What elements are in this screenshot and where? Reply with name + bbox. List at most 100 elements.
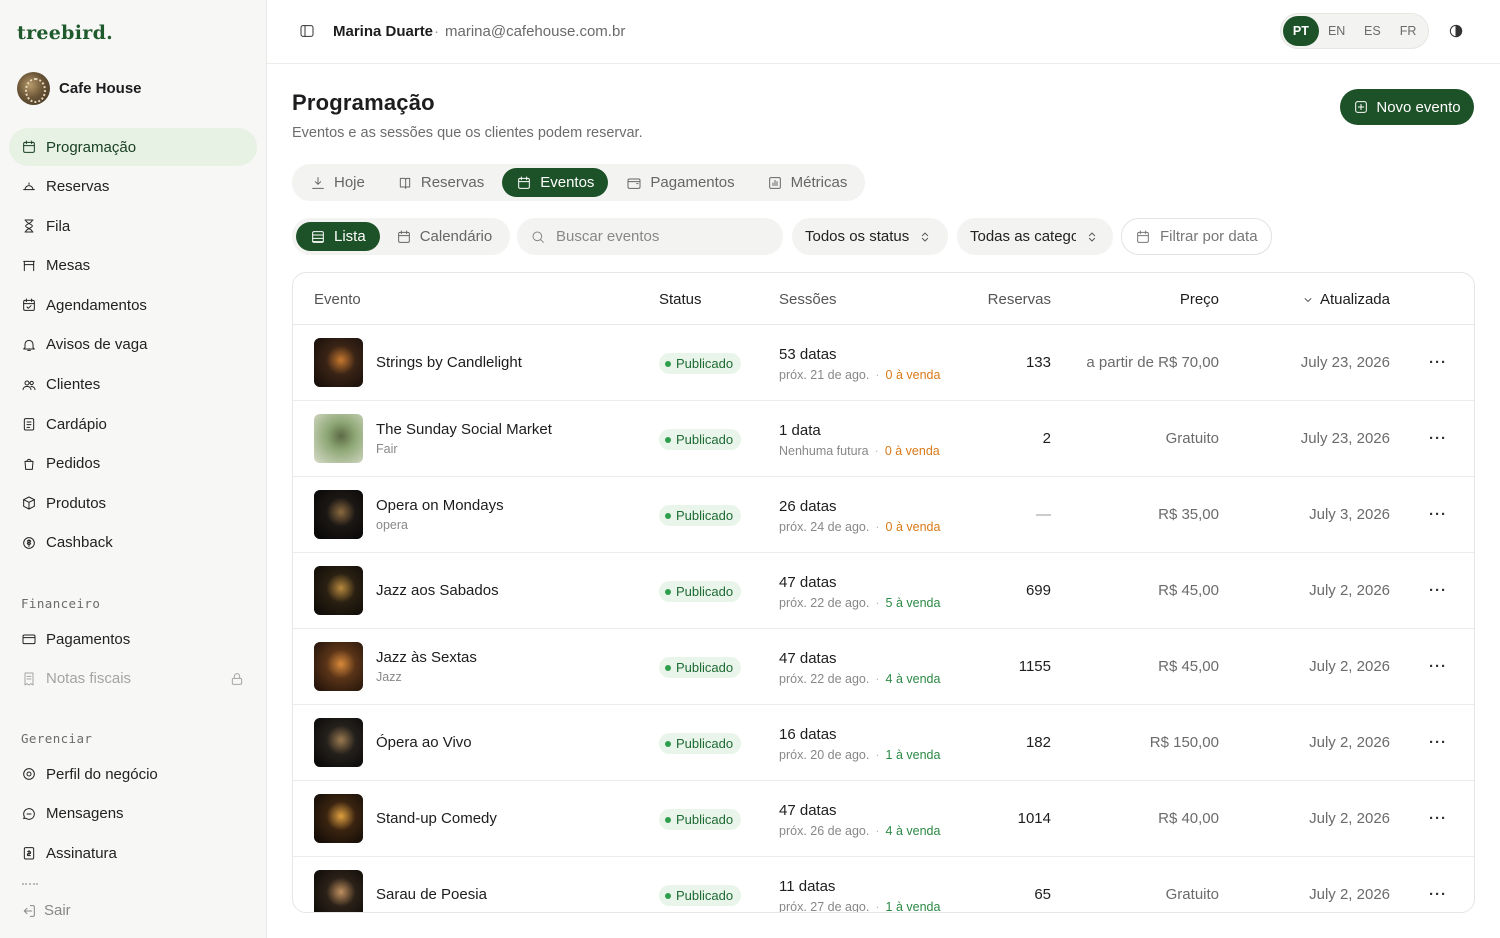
more-actions-icon[interactable]: ··· — [1429, 734, 1447, 751]
table-row[interactable]: Strings by Candlelight Publicado 53 datas p… — [293, 325, 1474, 401]
on-sale-count: 4 à venda — [885, 672, 941, 686]
sidebar-item-pagamentos[interactable]: Pagamentos — [9, 620, 257, 658]
event-title[interactable]: The Sunday Social Market — [376, 421, 552, 438]
tab-eventos[interactable]: Eventos — [502, 168, 609, 197]
more-actions-icon[interactable]: ··· — [1429, 658, 1447, 675]
search-box[interactable] — [517, 218, 783, 255]
event-title[interactable]: Strings by Candlelight — [376, 354, 522, 371]
status-filter-select[interactable]: Todos os status — [792, 218, 948, 255]
on-sale-count: 0 à venda — [885, 520, 941, 534]
col-updated[interactable]: Atualizada — [1302, 291, 1390, 308]
more-actions-icon[interactable]: ··· — [1429, 810, 1447, 827]
language-option-en[interactable]: EN — [1319, 16, 1355, 46]
tab-pagamentos[interactable]: Pagamentos — [612, 168, 748, 197]
col-status[interactable]: Status — [659, 291, 702, 308]
date-filter-button[interactable]: Filtrar por data — [1121, 218, 1272, 255]
menu-icon — [21, 416, 37, 432]
tab-reservas[interactable]: Reservas — [383, 168, 498, 197]
more-actions-icon[interactable]: ··· — [1429, 354, 1447, 371]
app-logo[interactable]: treebird. — [17, 22, 113, 44]
nav-gerenciar: Perfil do negócio Mensagens Assinatura — [9, 755, 257, 874]
status-badge: Publicado — [659, 581, 742, 602]
sidebar-item-programacao[interactable]: Programação — [9, 128, 257, 166]
session-details: próx. 24 de ago. · 0 à venda — [779, 520, 940, 534]
event-title[interactable]: Ópera ao Vivo — [376, 734, 472, 751]
sidebar-item-mensagens[interactable]: Mensagens — [9, 795, 257, 833]
search-input[interactable] — [556, 228, 766, 245]
wallet-icon — [626, 175, 642, 191]
user-email: marina@cafehouse.com.br — [445, 23, 626, 40]
col-price[interactable]: Preço — [1180, 291, 1219, 308]
language-option-pt[interactable]: PT — [1283, 16, 1319, 46]
lock-icon — [229, 671, 245, 687]
sidebar-item-avisos-de-vaga[interactable]: Avisos de vaga — [9, 326, 257, 364]
table-row[interactable]: Jazz às Sextas Jazz Publicado 47 datas próx.… — [293, 629, 1474, 705]
col-sessions[interactable]: Sessões — [779, 291, 837, 308]
tab-label: Reservas — [420, 174, 485, 191]
status-badge: Publicado — [659, 353, 742, 374]
col-reservations[interactable]: Reservas — [988, 291, 1051, 308]
table-row[interactable]: Stand-up Comedy Publicado 47 datas próx. 26… — [293, 781, 1474, 857]
language-option-es[interactable]: ES — [1355, 16, 1391, 46]
more-actions-icon[interactable]: ··· — [1429, 430, 1447, 447]
calendar-check-icon — [21, 297, 37, 313]
event-title[interactable]: Jazz às Sextas — [376, 649, 477, 666]
new-event-button[interactable]: Novo evento — [1340, 89, 1474, 125]
sidebar-item-pedidos[interactable]: Pedidos — [9, 445, 257, 483]
sidebar-item-cashback[interactable]: Cashback — [9, 524, 257, 562]
status-label: Publicado — [676, 812, 734, 827]
more-actions-icon[interactable]: ··· — [1429, 886, 1447, 903]
scroll-hint — [22, 883, 38, 887]
table-row[interactable]: Ópera ao Vivo Publicado 16 datas próx. 20 d… — [293, 705, 1474, 781]
more-actions-icon[interactable]: ··· — [1429, 582, 1447, 599]
updated-date: July 3, 2026 — [1309, 506, 1390, 523]
session-details: próx. 27 de ago. · 1 à venda — [779, 900, 940, 912]
session-separator: · — [875, 672, 880, 686]
sidebar-item-cardapio[interactable]: Cardápio — [9, 405, 257, 443]
table-row[interactable]: Jazz aos Sabados Publicado 47 datas próx. 2… — [293, 553, 1474, 629]
sidebar-item-perfil-do-negocio[interactable]: Perfil do negócio — [9, 755, 257, 793]
status-dot — [665, 664, 671, 671]
reservation-count: 699 — [1025, 582, 1051, 599]
sidebar-item-produtos[interactable]: Produtos — [9, 484, 257, 522]
session-count: 26 datas — [779, 498, 837, 515]
table-row[interactable]: Opera on Mondays opera Publicado 26 datas pr… — [293, 477, 1474, 553]
sidebar-item-notas-fiscais[interactable]: Notas fiscais — [9, 660, 257, 698]
event-title[interactable]: Stand-up Comedy — [376, 810, 497, 827]
status-badge: Publicado — [659, 885, 742, 906]
view-calendar-button[interactable]: Calendário — [382, 222, 507, 251]
sidebar-item-clientes[interactable]: Clientes — [9, 366, 257, 404]
theme-toggle-icon[interactable] — [1448, 23, 1464, 39]
table-row[interactable]: Sarau de Poesia Publicado 11 datas próx. 27… — [293, 857, 1474, 912]
sidebar-item-reservas[interactable]: Reservas — [9, 168, 257, 206]
business-switcher[interactable]: Cafe House — [17, 72, 142, 105]
event-title[interactable]: Opera on Mondays — [376, 497, 504, 514]
updated-date: July 2, 2026 — [1309, 658, 1390, 675]
on-sale-count: 0 à venda — [884, 444, 940, 458]
sidebar-item-mesas[interactable]: Mesas — [9, 247, 257, 285]
tab-metricas[interactable]: Métricas — [753, 168, 862, 197]
signout-button[interactable]: Sair — [21, 902, 71, 919]
event-title[interactable]: Jazz aos Sabados — [376, 582, 499, 599]
event-category: Fair — [376, 442, 398, 456]
session-separator: · — [875, 748, 880, 762]
sidebar-toggle-icon[interactable] — [299, 23, 315, 39]
sidebar-item-fila[interactable]: Fila — [9, 207, 257, 245]
tab-hoje[interactable]: Hoje — [296, 168, 379, 197]
table-row[interactable]: The Sunday Social Market Fair Publicado 1 d… — [293, 401, 1474, 477]
updated-date: July 2, 2026 — [1309, 810, 1390, 827]
col-updated-label: Atualizada — [1319, 291, 1390, 308]
user-name: Marina Duarte — [333, 23, 434, 40]
category-filter-select[interactable]: Todas as categorias — [957, 218, 1113, 255]
sidebar-item-agendamentos[interactable]: Agendamentos — [9, 286, 257, 324]
event-price: Gratuito — [1165, 430, 1219, 447]
view-list-button[interactable]: Lista — [296, 222, 380, 251]
book-icon — [397, 175, 413, 191]
col-event[interactable]: Evento — [314, 291, 361, 308]
topbar: Marina Duarte · marina@cafehouse.com.br … — [267, 0, 1500, 64]
language-option-fr[interactable]: FR — [1390, 16, 1426, 46]
event-title[interactable]: Sarau de Poesia — [376, 886, 487, 903]
more-actions-icon[interactable]: ··· — [1429, 506, 1447, 523]
metrics-icon — [767, 175, 783, 191]
sidebar-item-assinatura[interactable]: Assinatura — [9, 834, 257, 872]
